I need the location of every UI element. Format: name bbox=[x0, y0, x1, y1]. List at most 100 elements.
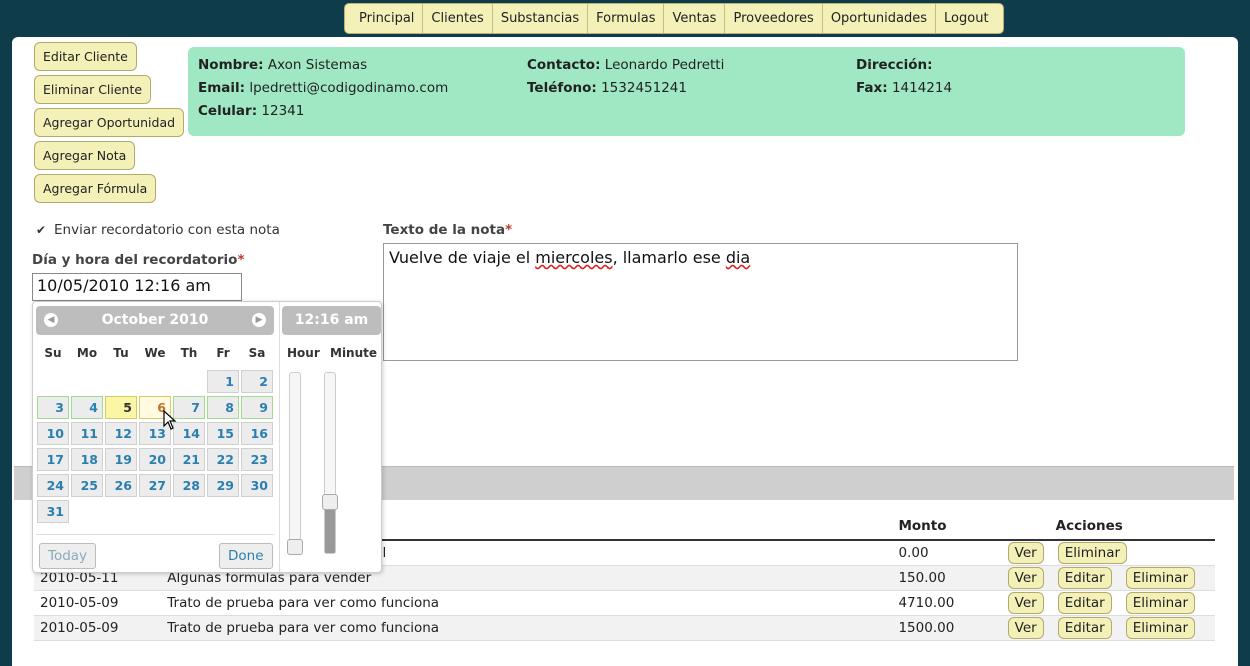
calendar-panel: ◀ October 2010 ▶ Today Done Su Mo Tu We Th Fr… bbox=[33, 302, 276, 572]
nav-item-clientes[interactable]: Clientes bbox=[423, 4, 493, 33]
client-info-box: Nombre: Axon Sistemas Email: lpedretti@c… bbox=[188, 47, 1185, 136]
weekday-label: Sa bbox=[248, 346, 266, 360]
datepicker-popup: ◀ October 2010 ▶ Today Done Su Mo Tu We Th Fr… bbox=[32, 301, 382, 573]
calendar-footer-divider bbox=[36, 534, 274, 535]
minute-slider[interactable] bbox=[322, 372, 338, 554]
checkbox-checked-icon[interactable]: ✔ bbox=[36, 224, 48, 236]
minute-slider-handle[interactable] bbox=[322, 494, 338, 511]
editar-button[interactable]: Editar bbox=[1057, 591, 1112, 614]
calendar-day-5[interactable]: 5 bbox=[105, 396, 137, 419]
calendar-day-22[interactable]: 22 bbox=[207, 448, 239, 471]
minute-slider-fill bbox=[325, 504, 335, 553]
cell-actions: Ver Editar Eliminar bbox=[1001, 590, 1215, 616]
reminder-checkbox-row[interactable]: ✔ Enviar recordatorio con esta nota bbox=[36, 222, 280, 238]
add-formula-button[interactable]: Agregar Fórmula bbox=[34, 174, 157, 203]
client-name: Nombre: Axon Sistemas bbox=[198, 57, 368, 73]
month-title: October 2010 bbox=[101, 312, 209, 328]
nav-item-substancias[interactable]: Substancias bbox=[493, 4, 589, 33]
eliminar-button[interactable]: Eliminar bbox=[1125, 616, 1195, 639]
calendar-day-29[interactable]: 29 bbox=[207, 474, 239, 497]
prev-month-icon[interactable]: ◀ bbox=[44, 313, 58, 327]
calendar-day-14[interactable]: 14 bbox=[173, 422, 205, 445]
cell-amount: 150.00 bbox=[892, 565, 1002, 591]
ver-button[interactable]: Ver bbox=[1007, 566, 1044, 589]
calendar-day-18[interactable]: 18 bbox=[71, 448, 103, 471]
weekday-label: Su bbox=[44, 346, 62, 360]
calendar-day-21[interactable]: 21 bbox=[173, 448, 205, 471]
nav-item-logout[interactable]: Logout bbox=[936, 4, 997, 33]
nav-item-proveedores[interactable]: Proveedores bbox=[725, 4, 823, 33]
cell-amount: 0.00 bbox=[892, 540, 1002, 566]
calendar-day-4[interactable]: 4 bbox=[71, 396, 103, 419]
calendar-day-12[interactable]: 12 bbox=[105, 422, 137, 445]
ver-button[interactable]: Ver bbox=[1007, 616, 1044, 639]
calendar-day-3[interactable]: 3 bbox=[37, 396, 69, 419]
client-mobile: Celular: 12341 bbox=[198, 103, 305, 119]
note-text-label: Texto de la nota* bbox=[383, 222, 513, 238]
weekday-label: Fr bbox=[216, 346, 230, 360]
eliminar-button[interactable]: Eliminar bbox=[1057, 541, 1128, 564]
mouse-cursor-icon bbox=[163, 410, 177, 430]
calendar-day-20[interactable]: 20 bbox=[139, 448, 171, 471]
calendar-day-10[interactable]: 10 bbox=[37, 422, 69, 445]
calendar-day-1[interactable]: 1 bbox=[207, 370, 239, 393]
client-phone: Teléfono: 1532451241 bbox=[527, 80, 687, 96]
nav-item-oportunidades[interactable]: Oportunidades bbox=[823, 4, 937, 33]
calendar-header: ◀ October 2010 ▶ bbox=[36, 306, 274, 335]
actions-header: Acciones bbox=[1001, 513, 1215, 541]
calendar-day-28[interactable]: 28 bbox=[173, 474, 205, 497]
calendar-day-11[interactable]: 11 bbox=[71, 422, 103, 445]
calendar-day-8[interactable]: 8 bbox=[207, 396, 239, 419]
eliminar-button[interactable]: Eliminar bbox=[1125, 591, 1195, 614]
calendar-day-19[interactable]: 19 bbox=[105, 448, 137, 471]
nav-item-formulas[interactable]: Formulas bbox=[588, 4, 665, 33]
cell-desc: Trato de prueba para ver como funciona bbox=[161, 590, 893, 616]
calendar-day-2[interactable]: 2 bbox=[241, 370, 273, 393]
calendar-day-7[interactable]: 7 bbox=[173, 396, 205, 419]
calendar-day-23[interactable]: 23 bbox=[241, 448, 273, 471]
hour-slider-handle[interactable] bbox=[287, 539, 303, 555]
note-textarea[interactable]: Vuelve de viaje el miercoles, llamarlo e… bbox=[383, 243, 1018, 361]
nav-item-principal[interactable]: Principal bbox=[351, 4, 424, 33]
cell-date: 2010-05-09 bbox=[34, 615, 162, 641]
calendar-day-26[interactable]: 26 bbox=[105, 474, 137, 497]
edit-client-button[interactable]: Editar Cliente bbox=[34, 42, 137, 71]
hour-slider[interactable] bbox=[287, 372, 303, 555]
ver-button[interactable]: Ver bbox=[1007, 591, 1044, 614]
delete-client-button[interactable]: Eliminar Cliente bbox=[34, 75, 152, 104]
calendar-day-31[interactable]: 31 bbox=[37, 500, 69, 523]
datetime-label: Día y hora del recordatorio* bbox=[32, 252, 245, 268]
today-button[interactable]: Today bbox=[39, 543, 97, 569]
calendar-day-25[interactable]: 25 bbox=[71, 474, 103, 497]
calendar-day-27[interactable]: 27 bbox=[139, 474, 171, 497]
editar-button[interactable]: Editar bbox=[1057, 616, 1112, 639]
hour-label: Hour bbox=[287, 346, 320, 360]
calendar-day-30[interactable]: 30 bbox=[241, 474, 273, 497]
time-title: 12:16 am bbox=[282, 306, 381, 335]
calendar-day-17[interactable]: 17 bbox=[37, 448, 69, 471]
editar-button[interactable]: Editar bbox=[1057, 566, 1112, 589]
table-row: 2010-05-09 Trato de prueba para ver como … bbox=[34, 590, 1215, 616]
cell-actions: Ver Editar Eliminar bbox=[1001, 615, 1215, 641]
client-fax: Fax: 1414214 bbox=[856, 80, 953, 96]
done-button[interactable]: Done bbox=[219, 543, 273, 569]
time-panel: 12:16 am Hour Minute bbox=[279, 302, 383, 572]
cell-actions: Ver Eliminar bbox=[1001, 540, 1215, 566]
table-row: 2010-05-09 Trato de prueba para ver como … bbox=[34, 615, 1215, 641]
minute-label: Minute bbox=[330, 346, 378, 360]
calendar-day-16[interactable]: 16 bbox=[241, 422, 273, 445]
add-opportunity-button[interactable]: Agregar Oportunidad bbox=[34, 108, 185, 137]
add-note-button[interactable]: Agregar Nota bbox=[34, 141, 136, 170]
nav-item-ventas[interactable]: Ventas bbox=[664, 4, 726, 33]
client-contact: Contacto: Leonardo Pedretti bbox=[527, 57, 725, 73]
client-address: Dirección: bbox=[856, 57, 933, 73]
next-month-icon[interactable]: ▶ bbox=[252, 313, 266, 327]
ver-button[interactable]: Ver bbox=[1007, 541, 1044, 564]
calendar-day-9[interactable]: 9 bbox=[241, 396, 273, 419]
calendar-day-15[interactable]: 15 bbox=[207, 422, 239, 445]
calendar-day-24[interactable]: 24 bbox=[37, 474, 69, 497]
reminder-datetime-input[interactable]: 10/05/2010 12:16 am bbox=[32, 273, 242, 301]
weekday-label: Mo bbox=[76, 346, 98, 360]
cell-amount: 4710.00 bbox=[892, 590, 1002, 616]
eliminar-button[interactable]: Eliminar bbox=[1125, 566, 1195, 589]
